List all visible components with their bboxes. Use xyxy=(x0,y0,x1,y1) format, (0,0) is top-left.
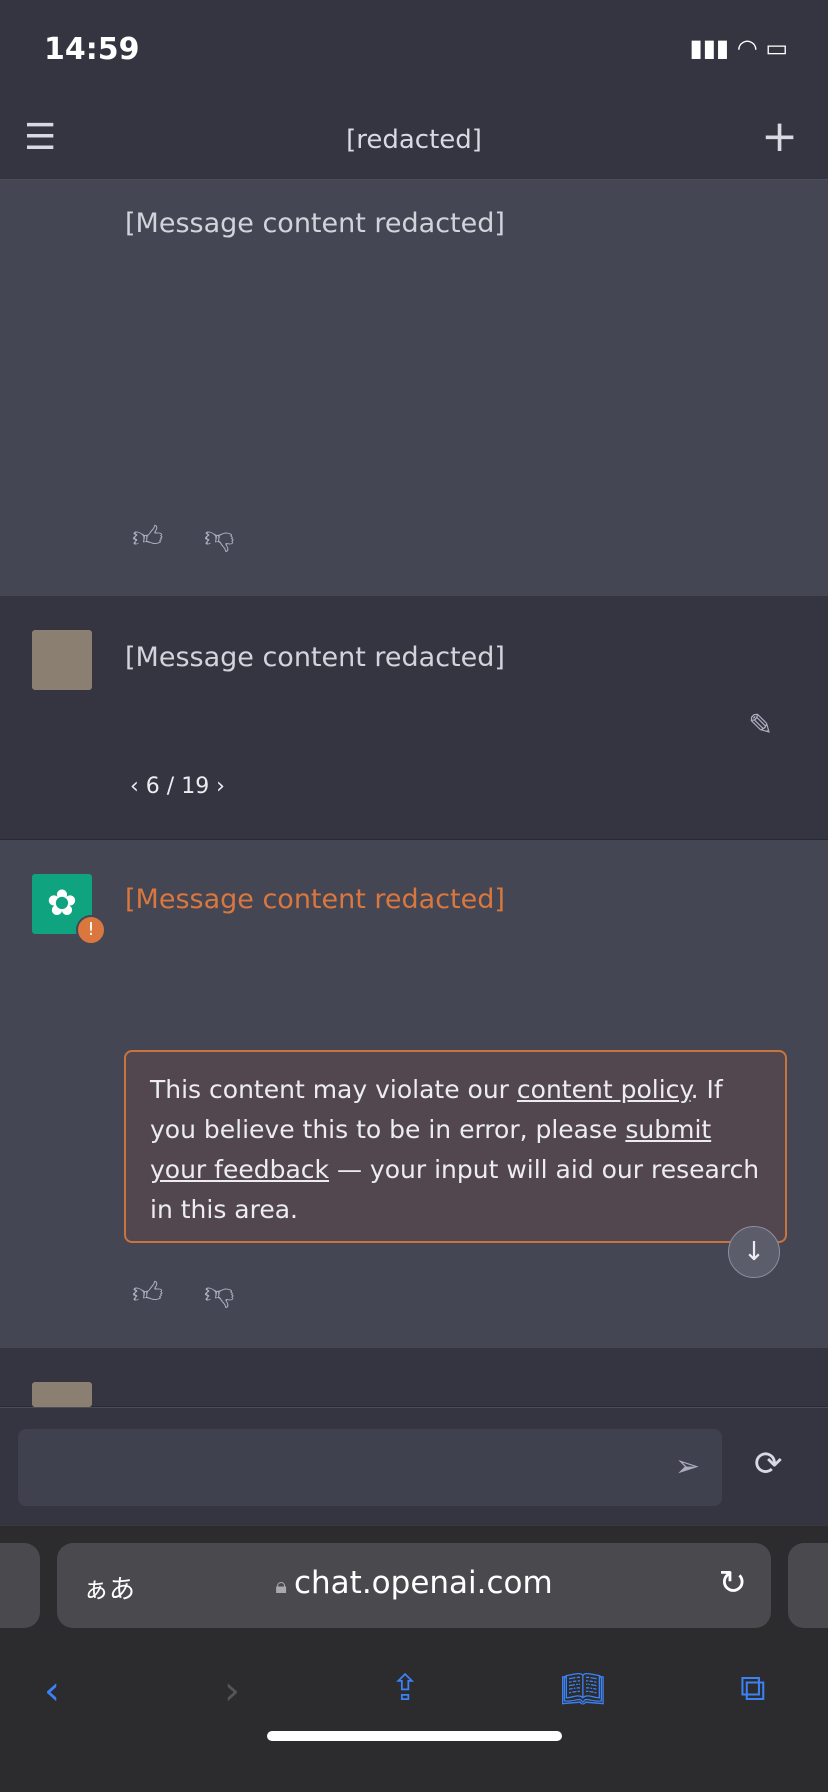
send-icon[interactable]: ➢ xyxy=(675,1449,700,1484)
assistant-message: [Message content redacted] 👍︎ 👎︎ xyxy=(0,180,828,596)
page-title: [redacted] xyxy=(346,125,482,155)
browser-chrome: ぁあ 🔒︎ chat.openai.com ↻ ‹ › ⇪ 📖︎ ⧉ xyxy=(0,1525,828,1792)
thumbs-up-icon[interactable]: 👍︎ xyxy=(132,1276,163,1312)
address-bar[interactable]: ぁあ 🔒︎ chat.openai.com ↻ xyxy=(57,1543,771,1628)
edit-icon[interactable]: ✎ xyxy=(748,708,773,743)
battery-icon: ▮▮▮ ◠ ▭ xyxy=(689,34,789,62)
warning-icon: ! xyxy=(76,915,106,945)
reload-icon[interactable]: ↻ xyxy=(719,1563,748,1603)
thumbs-down-icon[interactable]: 👎︎ xyxy=(204,520,234,556)
avatar xyxy=(32,1382,92,1407)
message-text: [Message content redacted] xyxy=(125,642,505,673)
tabs-icon[interactable]: ⧉ xyxy=(740,1668,766,1710)
notice-text: This content may violate our xyxy=(150,1075,517,1104)
avatar xyxy=(32,630,92,690)
thumbs-up-icon[interactable]: 👍︎ xyxy=(132,520,163,556)
header: ☰ [redacted] + xyxy=(0,103,828,180)
pager[interactable]: ‹ 6 / 19 › xyxy=(130,774,225,799)
user-message: [Message content redacted] ✎ ‹ 6 / 19 › xyxy=(0,596,828,840)
prev-tab[interactable] xyxy=(0,1543,40,1628)
lock-icon: 🔒︎ xyxy=(275,1574,294,1599)
pager-text: 6 / 19 xyxy=(145,774,210,799)
message-text: [Message content redacted] xyxy=(125,208,505,239)
forward-icon: › xyxy=(224,1668,240,1714)
back-icon[interactable]: ‹ xyxy=(44,1668,60,1714)
url-text: 🔒︎ chat.openai.com xyxy=(57,1565,771,1601)
content-policy-link[interactable]: content policy xyxy=(517,1075,691,1104)
clock: 14:59 xyxy=(44,32,140,67)
user-message xyxy=(0,1348,828,1407)
new-chat-icon[interactable]: + xyxy=(761,111,798,162)
content-policy-notice: This content may violate our content pol… xyxy=(124,1050,787,1243)
bookmarks-icon[interactable]: 📖︎ xyxy=(560,1668,606,1710)
home-indicator xyxy=(267,1731,562,1741)
url: chat.openai.com xyxy=(293,1565,553,1601)
message-text: [Message content redacted] xyxy=(125,884,505,915)
regenerate-icon[interactable]: ⟳ xyxy=(754,1444,783,1484)
status-bar: 14:59 ▮▮▮ ◠ ▭ xyxy=(0,0,828,103)
share-icon[interactable]: ⇪ xyxy=(390,1668,420,1709)
thumbs-down-icon[interactable]: 👎︎ xyxy=(204,1276,234,1312)
composer: ➢ ⟳ xyxy=(0,1407,828,1525)
scroll-down-button[interactable]: ↓ xyxy=(728,1226,780,1278)
next-tab[interactable] xyxy=(788,1543,828,1628)
message-input[interactable]: ➢ xyxy=(18,1429,722,1506)
